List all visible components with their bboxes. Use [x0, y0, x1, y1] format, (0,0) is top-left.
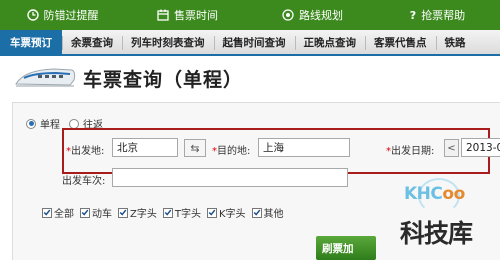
checkbox[interactable]: [42, 207, 52, 218]
watermark: KHCoo 科技库: [398, 178, 500, 260]
topbar-item-reminder[interactable]: 防错过提醒: [0, 0, 125, 30]
topbar-item-sale-time[interactable]: 售票时间: [125, 0, 250, 30]
check-icon: [119, 209, 127, 216]
topbar-item-label: 路线规划: [299, 9, 343, 22]
checkbox[interactable]: [80, 207, 90, 218]
check-icon: [253, 209, 260, 216]
nav-item-sale-start[interactable]: 起售时间查询: [213, 30, 295, 54]
nav-item-booking[interactable]: 车票预订: [0, 30, 62, 54]
nav-item-delay[interactable]: 正晚点查询: [294, 30, 366, 54]
filter-label: Z字头: [130, 209, 157, 220]
check-icon: [164, 209, 172, 216]
clock-icon: [26, 9, 39, 21]
train-icon: [15, 68, 76, 87]
topbar-item-help[interactable]: ? 抢票帮助: [375, 0, 500, 30]
to-input[interactable]: 上海: [258, 138, 350, 157]
filter-z[interactable]: Z字头: [118, 205, 157, 220]
radio-dot[interactable]: [69, 118, 79, 129]
topbar-item-route[interactable]: 路线规划: [250, 0, 375, 30]
radio-one-way[interactable]: 单程: [26, 116, 60, 131]
nav-item-timetable[interactable]: 列车时刻表查询: [122, 30, 214, 54]
to-label: *目的地:: [212, 146, 251, 157]
filter-emu[interactable]: 动车: [80, 205, 112, 220]
check-icon: [43, 209, 51, 216]
filter-other[interactable]: 其他: [251, 205, 284, 220]
question-icon: ?: [409, 8, 417, 22]
target-icon: [282, 9, 294, 21]
date-prev-button[interactable]: <: [444, 139, 459, 157]
watermark-text: 科技库: [400, 219, 473, 248]
top-bar: 防错过提醒 售票时间 路线规划 ? 抢票帮助: [0, 0, 500, 30]
checkbox[interactable]: [118, 207, 128, 218]
from-input[interactable]: 北京: [112, 138, 178, 157]
train-type-filters: 全部 动车 Z字头 T字头 K字头 其他: [42, 205, 287, 220]
nav-item-remaining-tickets[interactable]: 余票查询: [62, 30, 122, 54]
checkbox[interactable]: [162, 207, 173, 218]
radio-label: 单程: [40, 120, 60, 131]
filter-label: 全部: [54, 209, 74, 220]
filter-all[interactable]: 全部: [42, 205, 74, 220]
topbar-item-label: 防错过提醒: [43, 9, 99, 22]
filter-label: T字头: [174, 209, 201, 220]
topbar-item-label: 抢票帮助: [421, 9, 466, 22]
train-number-input[interactable]: [112, 168, 348, 187]
checkbox[interactable]: [251, 207, 262, 218]
query-button[interactable]: 刷票加: [316, 236, 376, 260]
train-number-label: 出发车次:: [62, 176, 106, 187]
check-icon: [81, 209, 89, 216]
radio-dot-selected[interactable]: [26, 118, 36, 129]
swap-stations-button[interactable]: ⇆: [184, 139, 206, 157]
from-label: *出发地:: [66, 146, 105, 157]
filter-label: 动车: [92, 209, 112, 220]
filter-t[interactable]: T字头: [162, 205, 201, 220]
nav-item-agency[interactable]: 客票代售点: [365, 30, 436, 54]
nav-item-railway[interactable]: 铁路: [435, 30, 475, 54]
main-nav: 车票预订 余票查询 列车时刻表查询 起售时间查询 正晚点查询 客票代售点 铁路: [0, 30, 500, 56]
date-input[interactable]: 2013-09: [461, 138, 500, 157]
filter-label: K字头: [218, 209, 246, 220]
filter-label: 其他: [263, 209, 284, 220]
date-label: *出发日期:: [386, 146, 435, 157]
page-title: 车票查询（单程）: [83, 69, 244, 91]
calendar-icon: [157, 9, 169, 21]
topbar-item-label: 售票时间: [174, 9, 218, 22]
watermark-logo: KHCoo: [404, 184, 465, 204]
check-icon: [208, 209, 216, 216]
filter-k[interactable]: K字头: [206, 205, 246, 220]
swap-icon: ⇆: [190, 141, 200, 155]
checkbox[interactable]: [206, 207, 217, 218]
